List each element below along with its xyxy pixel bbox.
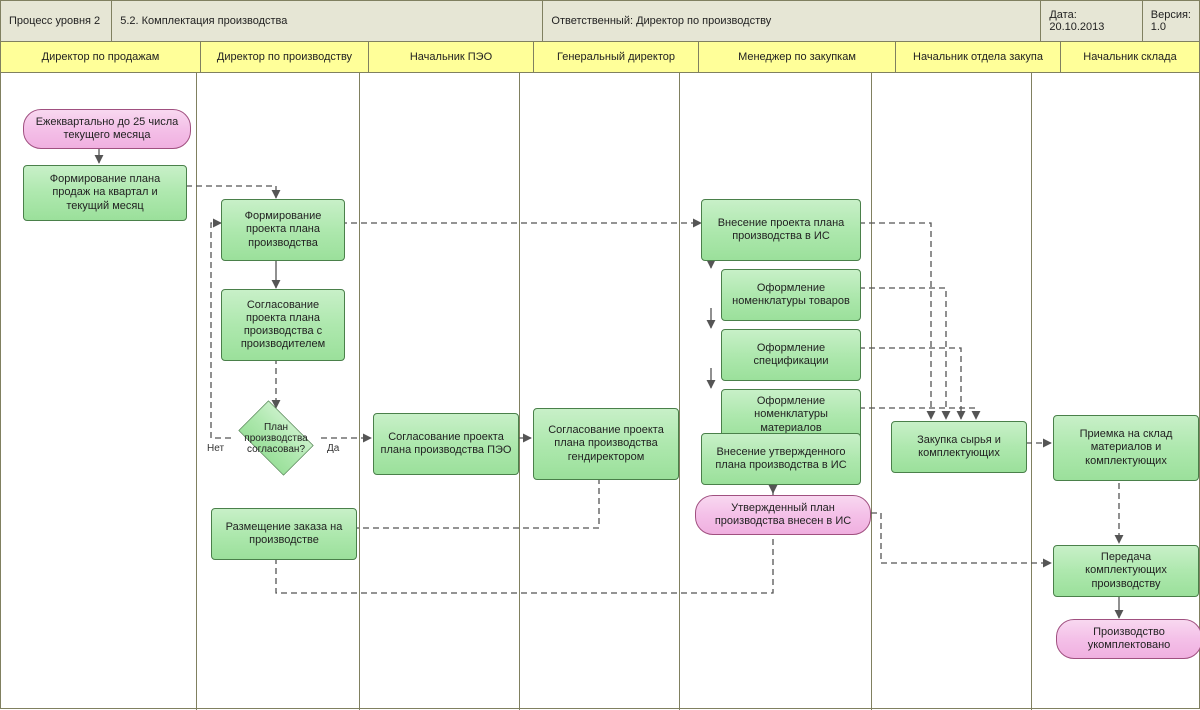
hdr-version-value: 1.0 [1151, 21, 1166, 33]
task-agree-gendir: Согласование проекта плана производства … [533, 408, 679, 480]
lane-hdr-5: Начальник отдела закупа [896, 42, 1061, 72]
decision-no-label: Нет [207, 443, 224, 454]
end-event: Производство укомплектовано [1056, 619, 1200, 659]
task-agree-producer: Согласование проекта плана производства … [221, 289, 345, 361]
hdr-process-level: Процесс уровня 2 [1, 1, 112, 41]
lane-headers: Директор по продажам Директор по произво… [1, 42, 1199, 73]
task-spec: Оформление спецификации [721, 329, 861, 381]
task-enter-project-is: Внесение проекта плана производства в ИС [701, 199, 861, 261]
hdr-version: Версия: 1.0 [1143, 1, 1199, 41]
hdr-process-title: 5.2. Комплектация производства [112, 1, 543, 41]
lane-hdr-3: Генеральный директор [534, 42, 699, 72]
task-purchase: Закупка сырья и комплектующих [891, 421, 1027, 473]
decision-yes-label: Да [327, 443, 339, 454]
hdr-date-value: 20.10.2013 [1049, 21, 1104, 33]
lane-hdr-0: Директор по продажам [1, 42, 201, 72]
lane-hdr-4: Менеджер по закупкам [699, 42, 896, 72]
diagram-body: Ежеквартально до 25 числа текущего месяц… [1, 73, 1199, 710]
task-enter-approved-is: Внесение утвержденного плана производств… [701, 433, 861, 485]
lane-hdr-2: Начальник ПЭО [369, 42, 534, 72]
task-agree-peo: Согласование проекта плана производства … [373, 413, 519, 475]
task-sales-plan: Формирование плана продаж на квартал и т… [23, 165, 187, 221]
decision-plan-agreed: План производства согласован? [231, 408, 321, 468]
task-nomenkl-goods: Оформление номенклатуры товаров [721, 269, 861, 321]
start-event: Ежеквартально до 25 числа текущего месяц… [23, 109, 191, 149]
lane-hdr-1: Директор по производству [201, 42, 369, 72]
hdr-version-label: Версия: [1151, 9, 1191, 21]
hdr-date: Дата: 20.10.2013 [1041, 1, 1142, 41]
lane-hdr-6: Начальник склада [1061, 42, 1199, 72]
header-bar: Процесс уровня 2 5.2. Комплектация произ… [1, 1, 1199, 42]
decision-text: План производства согласован? [231, 408, 321, 468]
task-project-plan: Формирование проекта плана производства [221, 199, 345, 261]
hdr-responsible: Ответственный: Директор по производству [543, 1, 1041, 41]
task-receive-warehouse: Приемка на склад материалов и комплектую… [1053, 415, 1199, 481]
hdr-date-label: Дата: [1049, 9, 1076, 21]
task-place-order: Размещение заказа на производстве [211, 508, 357, 560]
task-handover-prod: Передача комплектующих производству [1053, 545, 1199, 597]
swimlane-diagram: Процесс уровня 2 5.2. Комплектация произ… [0, 0, 1200, 709]
event-plan-entered: Утвержденный план производства внесен в … [695, 495, 871, 535]
